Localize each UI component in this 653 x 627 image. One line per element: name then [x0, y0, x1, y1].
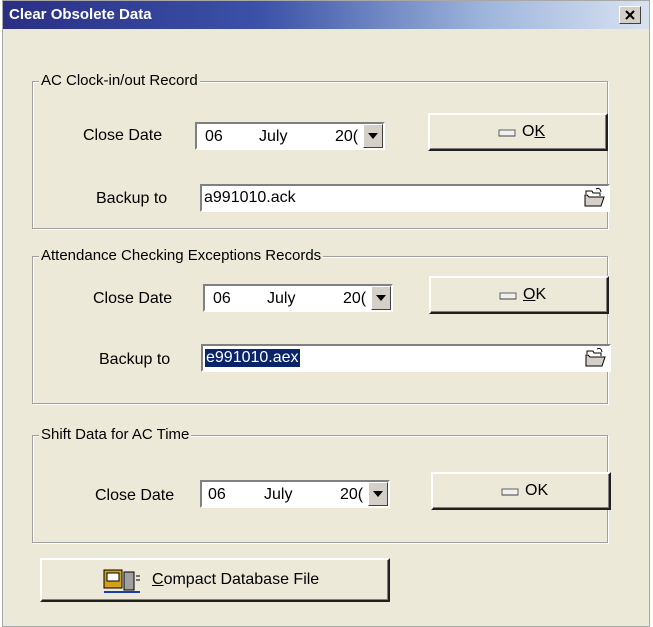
date-dropdown-button[interactable]: [368, 482, 388, 506]
date-month: July: [267, 290, 296, 307]
dialog-window: Clear Obsolete Data AC Clock-in/out Reco…: [2, 0, 650, 627]
backup-to-label: Backup to: [99, 351, 171, 368]
date-month: July: [264, 486, 293, 503]
backup-file-input[interactable]: a991010.ack: [200, 184, 610, 212]
title-bar: Clear Obsolete Data: [3, 1, 649, 29]
eraser-icon: [501, 488, 519, 496]
close-date-picker[interactable]: 06 July 20(: [200, 480, 390, 508]
date-dropdown-button[interactable]: [363, 124, 383, 148]
ok-button-attendance[interactable]: OK: [429, 276, 609, 314]
eraser-icon: [499, 292, 517, 300]
open-folder-icon[interactable]: [583, 347, 607, 369]
group-legend: AC Clock-in/out Record: [39, 72, 200, 89]
compact-label: Compact Database File: [152, 571, 320, 588]
close-icon: [625, 10, 635, 20]
date-day: 06: [205, 128, 223, 145]
backup-file-value: a991010.ack: [204, 189, 296, 206]
backup-file-value: e991010.aex: [205, 349, 300, 367]
open-folder-icon[interactable]: [582, 187, 606, 209]
ok-label: OK: [522, 123, 546, 140]
ok-label: OK: [525, 482, 549, 499]
eraser-icon: [498, 129, 516, 137]
dropdown-arrow-icon: [376, 295, 386, 301]
close-button[interactable]: [619, 6, 641, 24]
close-date-picker[interactable]: 06 July 20(: [203, 284, 393, 312]
ok-label: OK: [523, 286, 547, 303]
date-year: 20(: [335, 128, 359, 145]
date-year: 20(: [343, 290, 367, 307]
dropdown-arrow-icon: [373, 491, 383, 497]
group-legend: Shift Data for AC Time: [39, 426, 192, 443]
ok-button-shift-data[interactable]: OK: [431, 472, 611, 510]
close-date-picker[interactable]: 06 July 20(: [195, 122, 385, 150]
backup-file-input[interactable]: e991010.aex: [201, 344, 611, 372]
backup-to-label: Backup to: [96, 190, 168, 207]
date-month: July: [259, 128, 288, 145]
close-date-label: Close Date: [83, 127, 163, 144]
date-day: 06: [213, 290, 231, 307]
date-year: 20(: [340, 486, 364, 503]
date-day: 06: [208, 486, 226, 503]
close-date-label: Close Date: [95, 487, 175, 504]
database-compact-icon: [103, 569, 140, 593]
window-title: Clear Obsolete Data: [9, 6, 152, 23]
close-date-label: Close Date: [93, 290, 173, 307]
ok-button-ac-clock[interactable]: OK: [428, 113, 608, 151]
compact-database-button[interactable]: Compact Database File: [40, 558, 390, 602]
date-dropdown-button[interactable]: [371, 286, 391, 310]
group-legend: Attendance Checking Exceptions Records: [39, 247, 324, 264]
dropdown-arrow-icon: [368, 133, 378, 139]
